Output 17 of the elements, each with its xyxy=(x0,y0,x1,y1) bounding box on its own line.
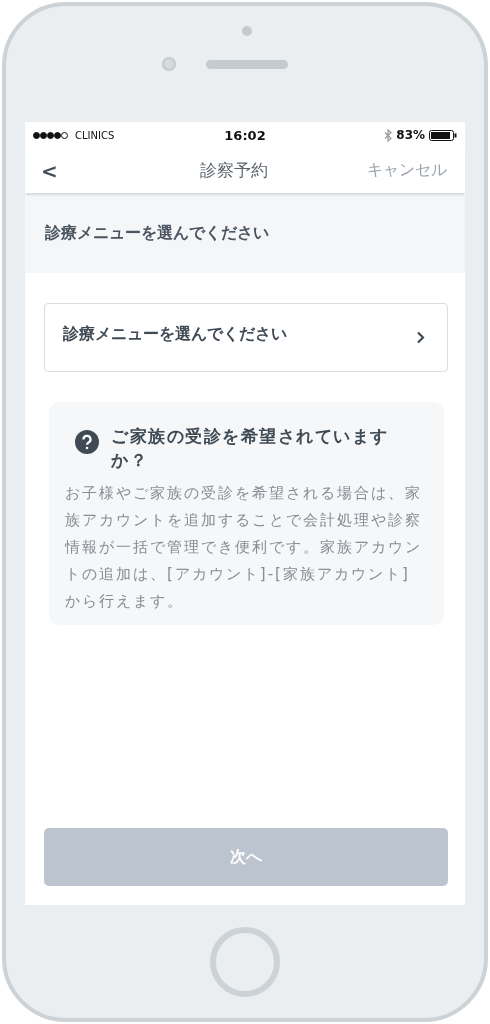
carrier-name: CLINICS xyxy=(75,129,115,141)
info-text: お子様やご家族の受診を希望される場合は、家族アカウントを追加することで会計処理や診察情報が一括で管理でき便利です。家族アカウントの追加は、[アカウント]-[家族アカウント] から行えます。 xyxy=(65,483,423,612)
camera-icon xyxy=(242,26,252,36)
battery-percent: 83% xyxy=(396,128,425,142)
chevron-right-icon xyxy=(416,331,425,344)
battery-icon xyxy=(429,129,457,141)
back-button[interactable]: < xyxy=(41,158,101,183)
help-icon xyxy=(75,430,99,454)
status-time: 16:02 xyxy=(224,127,266,143)
section-title: 診療メニューを選んでください xyxy=(45,222,269,244)
screen-title: 診察予約 xyxy=(199,159,269,182)
info-title: ご家族の受診を希望されていますか？ xyxy=(111,425,390,472)
menu-select[interactable]: 診療メニューを選んでください xyxy=(44,303,448,372)
home-button[interactable] xyxy=(210,926,280,997)
signal-icon xyxy=(33,131,69,139)
bluetooth-icon xyxy=(384,128,393,142)
sensor-icon xyxy=(162,57,176,71)
